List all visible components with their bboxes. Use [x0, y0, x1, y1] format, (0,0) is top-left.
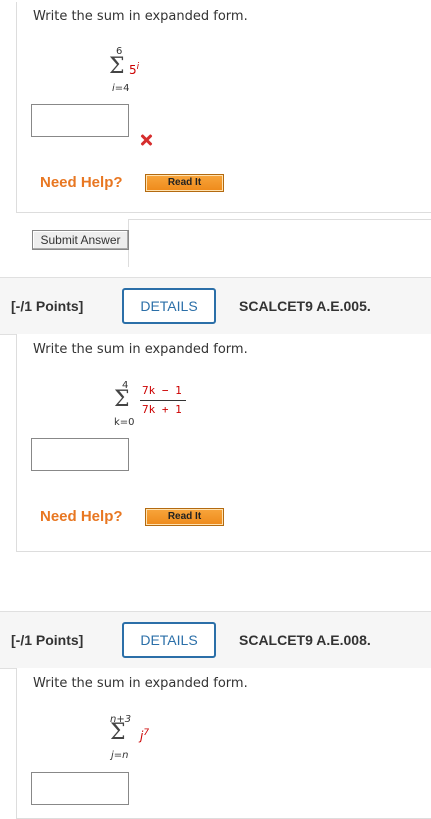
- lower-val: =0: [119, 417, 135, 428]
- term-base: 5: [129, 63, 137, 77]
- sigma-icon: Σ: [110, 720, 126, 745]
- fraction-numerator: 7k − 1: [142, 384, 182, 397]
- sum-lower-limit: i=4: [112, 83, 130, 94]
- question-2-header: [-/1 Points] DETAILS SCALCET9 A.E.005.: [0, 277, 431, 335]
- x-mark-icon: [139, 133, 153, 147]
- term-exponent: 7: [143, 728, 150, 738]
- sigma-icon: Σ: [114, 387, 130, 412]
- details-button[interactable]: DETAILS: [122, 622, 216, 658]
- points-label: [-/1 Points]: [11, 298, 84, 314]
- fraction-denominator: 7k + 1: [142, 403, 182, 416]
- lower-val: =4: [114, 83, 130, 94]
- details-button[interactable]: DETAILS: [122, 288, 216, 324]
- sum-lower-limit: j=n: [111, 750, 129, 761]
- need-help-label: Need Help?: [40, 174, 123, 191]
- lower-val: =n: [113, 750, 129, 761]
- question-code: SCALCET9 A.E.005.: [239, 298, 371, 314]
- term-exponent: i: [136, 62, 140, 72]
- read-it-button[interactable]: Read It: [145, 174, 224, 192]
- question-2-prompt: Write the sum in expanded form.: [33, 342, 248, 357]
- read-it-button[interactable]: Read It: [145, 508, 224, 526]
- sum-term: 5i: [129, 62, 139, 77]
- sum-lower-limit: k=0: [114, 417, 135, 428]
- question-3-prompt: Write the sum in expanded form.: [33, 676, 248, 691]
- fraction-bar: [140, 400, 186, 401]
- divider-line: [128, 219, 431, 220]
- question-3-header: [-/1 Points] DETAILS SCALCET9 A.E.008.: [0, 611, 431, 669]
- sum-term: j7: [140, 728, 149, 743]
- need-help-label: Need Help?: [40, 508, 123, 525]
- question-code: SCALCET9 A.E.008.: [239, 632, 371, 648]
- question-1-prompt: Write the sum in expanded form.: [33, 9, 248, 24]
- answer-input-q2[interactable]: [31, 438, 129, 471]
- answer-input-q3[interactable]: [31, 772, 129, 805]
- answer-input-q1[interactable]: [31, 104, 129, 137]
- points-label: [-/1 Points]: [11, 632, 84, 648]
- submit-answer-button[interactable]: Submit Answer: [32, 230, 129, 250]
- sigma-icon: Σ: [109, 54, 125, 79]
